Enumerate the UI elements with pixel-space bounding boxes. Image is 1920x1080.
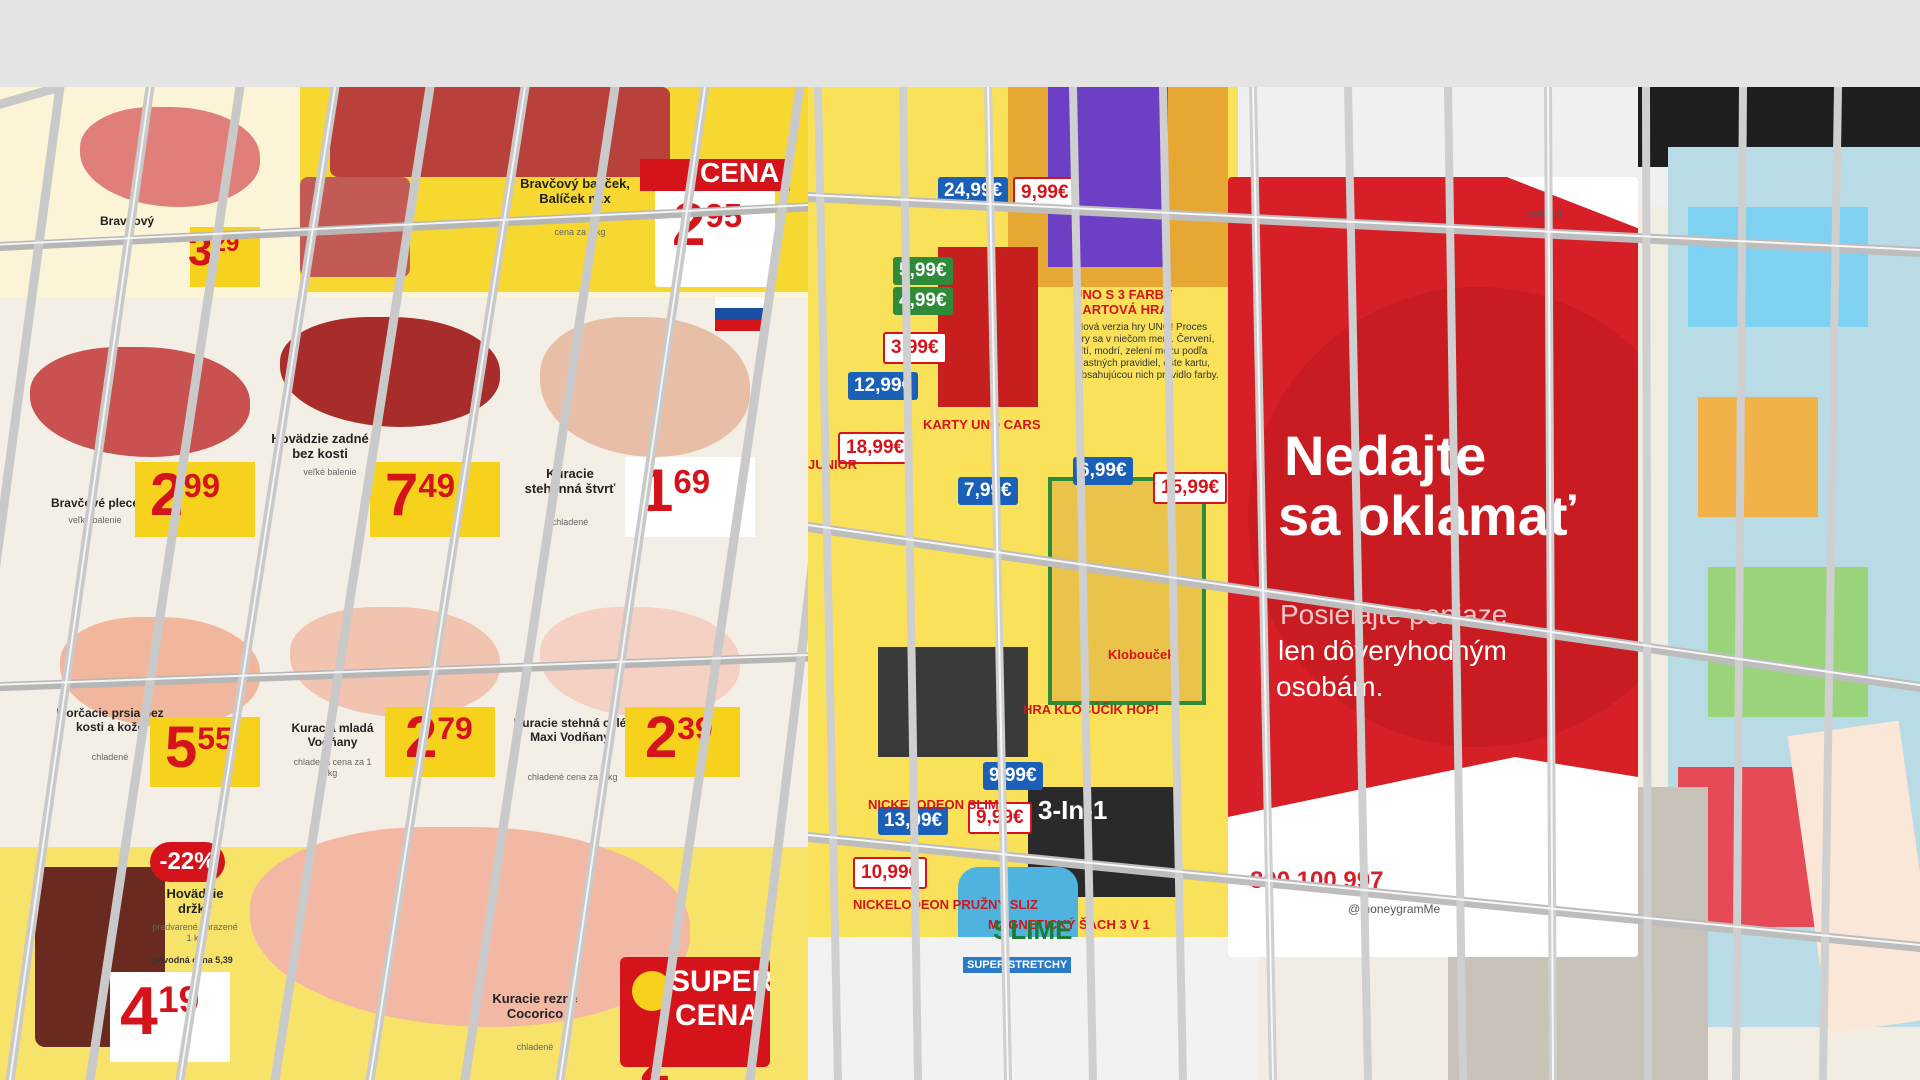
item-sub-1: cena za 1 kg <box>554 227 606 237</box>
junior-heading: JUNIOR <box>808 457 858 472</box>
left-photo-meat-flyer: Bravčový 329 Bravčový balíček, Balíček m… <box>0 87 808 1080</box>
price-tag: 6,99€ <box>1073 457 1133 485</box>
uno-heading: UNO S 3 FARBY KARTOVÁ HRA <box>1073 287 1173 317</box>
item-sub-8: predvarené, mrazené 1 kg <box>152 922 238 943</box>
item-sub-4: chladené <box>551 517 589 527</box>
cars-heading: KARTY UNO CARS <box>923 417 1041 432</box>
item-label-5: Morčacie prsia bez kosti a kože <box>56 706 164 734</box>
moneygram-headline-2: sa oklamať <box>1278 484 1576 547</box>
price-8: 419 <box>120 973 200 1049</box>
item-label-1: Bravčový balíček, Balíček mix <box>520 176 630 206</box>
moneygram-leaflet: peňazí Nedajte sa oklamať Posielajte pen… <box>1228 177 1638 957</box>
price-0: 329 <box>188 226 240 275</box>
item-label-3: Bravčové plece <box>50 496 140 510</box>
price-tag: 24,99€ <box>938 177 1009 205</box>
price-tag: 4,99€ <box>893 287 953 315</box>
moneygram-body-2: len dôveryhodným <box>1278 635 1507 666</box>
chicken-thighs-image <box>540 607 740 717</box>
uno-box-image <box>938 247 1038 407</box>
meat-pack-image <box>300 177 410 277</box>
moneygram-body-1: Posielajte peniaze <box>1280 599 1508 630</box>
price-tag: 5,99€ <box>893 257 953 285</box>
klobucik-label: Klobouček <box>1108 647 1175 662</box>
item-orig-price-8: pôvodná cena 5,39 <box>152 955 233 965</box>
price-tag: 3,99€ <box>883 332 947 364</box>
right-photo-toy-flyer: 24,99€ 9,99€ 5,99€ 4,99€ 3,99€ 12,99€ 18… <box>808 87 1920 1080</box>
whole-chicken-image <box>290 607 500 717</box>
price-3: 299 <box>150 461 221 528</box>
price-tag: 9,99€ <box>1013 177 1077 209</box>
uno-description: Nová verzia hry UNO! Proces hry sa v nie… <box>1076 322 1219 381</box>
item-label-0: Bravčový <box>100 214 155 228</box>
moneygram-body-3: osobám. <box>1276 671 1384 702</box>
minced-meat-image <box>330 87 670 177</box>
item-sub-9: chladené <box>516 1042 554 1052</box>
price-tag: 9,99€ <box>983 762 1043 790</box>
item-sub-7: chladené cena za 1 kg <box>527 772 618 782</box>
price-6: 279 <box>405 705 473 770</box>
super-stretchy-label: SUPER STRETCHY <box>963 957 1072 973</box>
beef-image <box>280 317 500 427</box>
price-4: 169 <box>640 457 711 524</box>
item-sub-2: veľké balenie <box>303 467 357 477</box>
chicken-legs-image <box>540 317 750 457</box>
moneygram-social: @moneygramMe <box>1348 902 1441 916</box>
price-2: 749 <box>385 461 456 528</box>
item-sub-3: veľké balenie <box>68 515 122 525</box>
moneygram-top-text: peňazí <box>1526 207 1563 221</box>
klobucik-heading: HRA KLOBÚČIK HOP! <box>1023 702 1160 717</box>
price-1: 295 <box>672 191 743 258</box>
price-tag: 15,99€ <box>1153 472 1228 504</box>
item-label-9: Kuracie rezne Cocorico <box>492 991 578 1021</box>
price-7: 239 <box>645 705 713 770</box>
item-label-2: Hovädzie zadné bez kosti <box>271 431 369 461</box>
moneygram-headline-1: Nedajte <box>1284 424 1487 487</box>
slime-heading: NICKELODEON SLIME <box>868 797 1008 812</box>
item-label-6: Kuracia mladá Vodňany <box>291 721 374 749</box>
price-5: 555 <box>165 715 233 780</box>
cena-label: CENA <box>700 157 780 188</box>
item-label-4: Kuracie stehenná štvrť <box>524 466 616 496</box>
discount-badge: -22% <box>150 842 225 882</box>
pork-shoulder-image <box>30 347 250 457</box>
item-sub-6: chladená cena za 1 kg <box>293 757 372 778</box>
slime-label: SLIME <box>993 915 1073 945</box>
chess-set-image <box>878 647 1028 757</box>
price-tag: 12,99€ <box>848 372 919 400</box>
moneygram-phone: 800 100 997 <box>1250 867 1384 894</box>
item-sub-5: chladené <box>91 752 129 762</box>
price-tag: 7,99€ <box>958 477 1018 505</box>
item-label-7: Kuracie stehná celé Maxi Vodňany <box>513 716 627 744</box>
price-tag: 10,99€ <box>853 857 928 889</box>
klobucik-game-image <box>1048 477 1206 705</box>
item-label-8: Hovädzie držky <box>166 886 224 916</box>
nickelodeon-heading: NICKELODEON PRUŽNÝ SLIZ <box>853 897 1038 912</box>
three-in-one-label: 3-In-1 <box>1038 795 1108 825</box>
slovak-flag-icon <box>715 297 765 331</box>
price-9: 299 <box>640 1034 704 1080</box>
